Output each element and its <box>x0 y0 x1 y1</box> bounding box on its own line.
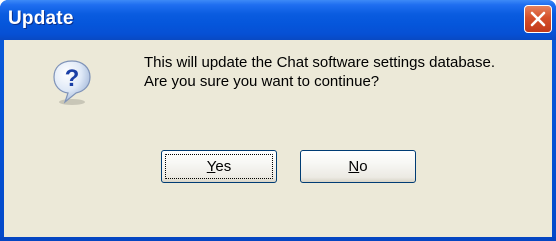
window-frame-bottom <box>0 237 556 241</box>
dialog-message: This will update the Chat software setti… <box>144 53 495 91</box>
no-button-label: No <box>348 158 368 175</box>
svg-text:?: ? <box>65 65 80 92</box>
message-line: This will update the Chat software setti… <box>144 54 496 71</box>
close-icon <box>530 11 546 27</box>
update-dialog: Update ? This will update the Chat softw… <box>0 0 556 241</box>
title-bar[interactable]: Update <box>0 0 556 40</box>
message-line: Are you sure you want to continue? <box>144 73 380 90</box>
close-button[interactable] <box>524 5 552 33</box>
yes-button[interactable]: Yes <box>161 150 277 183</box>
focus-ring <box>165 154 273 179</box>
no-button[interactable]: No <box>300 150 416 183</box>
question-icon: ? <box>53 60 91 105</box>
window-title: Update <box>8 8 74 29</box>
